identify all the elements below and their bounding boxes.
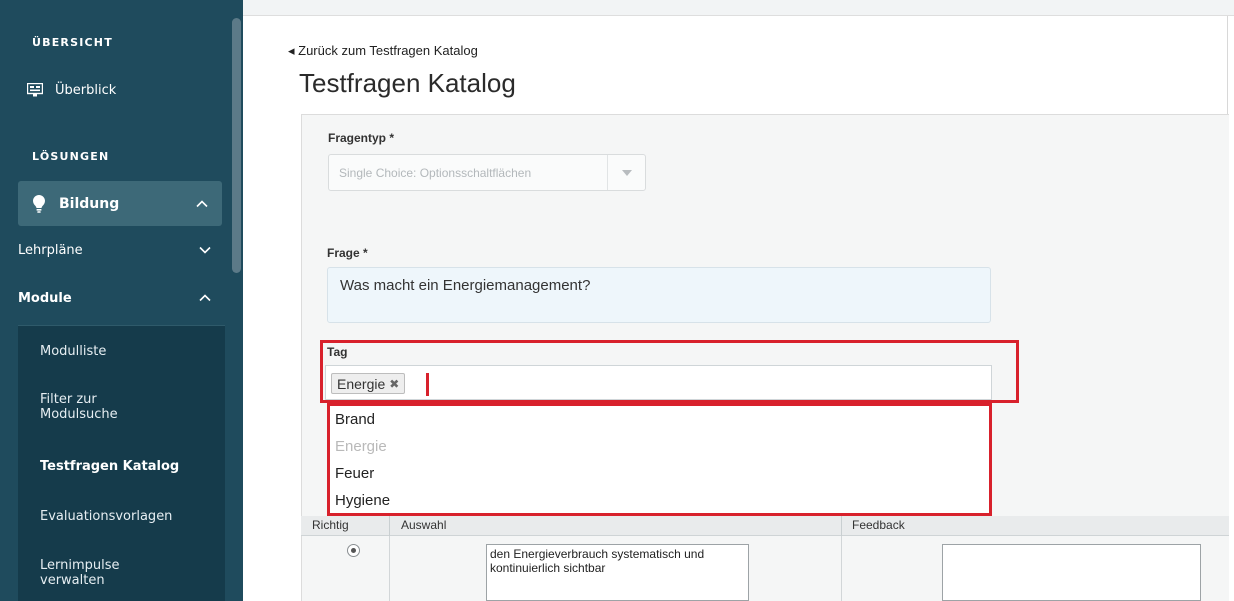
correct-answer-radio[interactable] <box>347 544 360 557</box>
tag-chip: Energie ✖ <box>331 373 406 394</box>
tag-options-dropdown: Brand Energie Feuer Hygiene <box>327 403 992 516</box>
tag-option-feuer[interactable]: Feuer <box>335 465 374 482</box>
sidebar-item-bildung[interactable]: Bildung <box>18 181 222 226</box>
submenu-item-lernimpulse[interactable]: Lernimpulse verwalten <box>40 558 160 588</box>
sidebar-item-label: Überblick <box>55 82 117 98</box>
column-divider <box>841 536 842 601</box>
question-input[interactable]: Was macht ein Energiemanagement? <box>327 267 991 323</box>
column-header-auswahl: Auswahl <box>401 518 447 532</box>
column-header-richtig: Richtig <box>312 518 349 532</box>
column-divider <box>841 516 842 536</box>
question-value: Was macht ein Energiemanagement? <box>340 277 591 294</box>
submenu-item-evaluationsvorlagen[interactable]: Evaluationsvorlagen <box>40 509 172 524</box>
remove-tag-icon[interactable]: ✖ <box>389 377 399 391</box>
answer-value: den Energieverbrauch systematisch und ko… <box>490 547 705 575</box>
tag-input[interactable]: Energie ✖ <box>325 365 992 400</box>
sidebar-item-overview[interactable]: Überblick <box>0 76 225 104</box>
text-cursor <box>426 373 429 396</box>
dashboard-icon <box>27 83 43 97</box>
column-divider <box>389 536 390 601</box>
tag-option-brand[interactable]: Brand <box>335 411 375 428</box>
section-heading-overview: ÜBERSICHT <box>32 36 113 49</box>
question-type-label: Fragentyp * <box>328 131 395 145</box>
sidebar-item-label: Module <box>18 290 72 306</box>
answers-table-header: Richtig Auswahl Feedback <box>301 516 1229 536</box>
tag-chip-label: Energie <box>337 375 386 392</box>
sidebar-item-lehrplaene[interactable]: Lehrpläne <box>0 232 225 268</box>
section-heading-solutions: LÖSUNGEN <box>32 150 110 163</box>
answer-input[interactable]: den Energieverbrauch systematisch und ko… <box>486 544 749 601</box>
chevron-down-icon <box>199 246 211 254</box>
column-header-feedback: Feedback <box>852 518 905 532</box>
submenu-module: Modulliste Filter zur Modulsuche Testfra… <box>18 326 225 601</box>
sidebar-item-module[interactable]: Module <box>0 278 225 318</box>
submenu-item-modulliste[interactable]: Modulliste <box>40 344 106 359</box>
tag-option-energie: Energie <box>335 438 387 455</box>
chevron-up-icon <box>199 294 211 302</box>
sidebar-item-label: Bildung <box>59 195 120 212</box>
caret-down-icon <box>622 170 632 176</box>
column-divider <box>389 516 390 536</box>
sidebar: ÜBERSICHT Überblick LÖSUNGEN Bildung Leh… <box>0 0 243 601</box>
page-title: Testfragen Katalog <box>299 68 516 98</box>
select-toggle[interactable] <box>607 155 645 190</box>
feedback-input[interactable] <box>942 544 1201 601</box>
lightbulb-icon <box>33 194 45 213</box>
sidebar-scrollbar[interactable] <box>232 18 241 273</box>
top-bar <box>243 0 1234 16</box>
main-content: ◂ Zurück zum Testfragen Katalog Testfrag… <box>243 0 1234 601</box>
back-link[interactable]: ◂ Zurück zum Testfragen Katalog <box>288 43 478 59</box>
submenu-item-testfragen-katalog[interactable]: Testfragen Katalog <box>40 459 179 474</box>
question-type-value: Single Choice: Optionsschaltflächen <box>339 166 532 180</box>
sidebar-item-label: Lehrpläne <box>18 242 83 258</box>
tag-option-hygiene[interactable]: Hygiene <box>335 492 390 509</box>
question-label: Frage * <box>327 246 368 260</box>
submenu-item-filter[interactable]: Filter zur Modulsuche <box>40 392 160 422</box>
tag-label: Tag <box>327 345 348 359</box>
question-type-select[interactable]: Single Choice: Optionsschaltflächen <box>328 154 646 191</box>
chevron-up-icon <box>196 199 208 207</box>
